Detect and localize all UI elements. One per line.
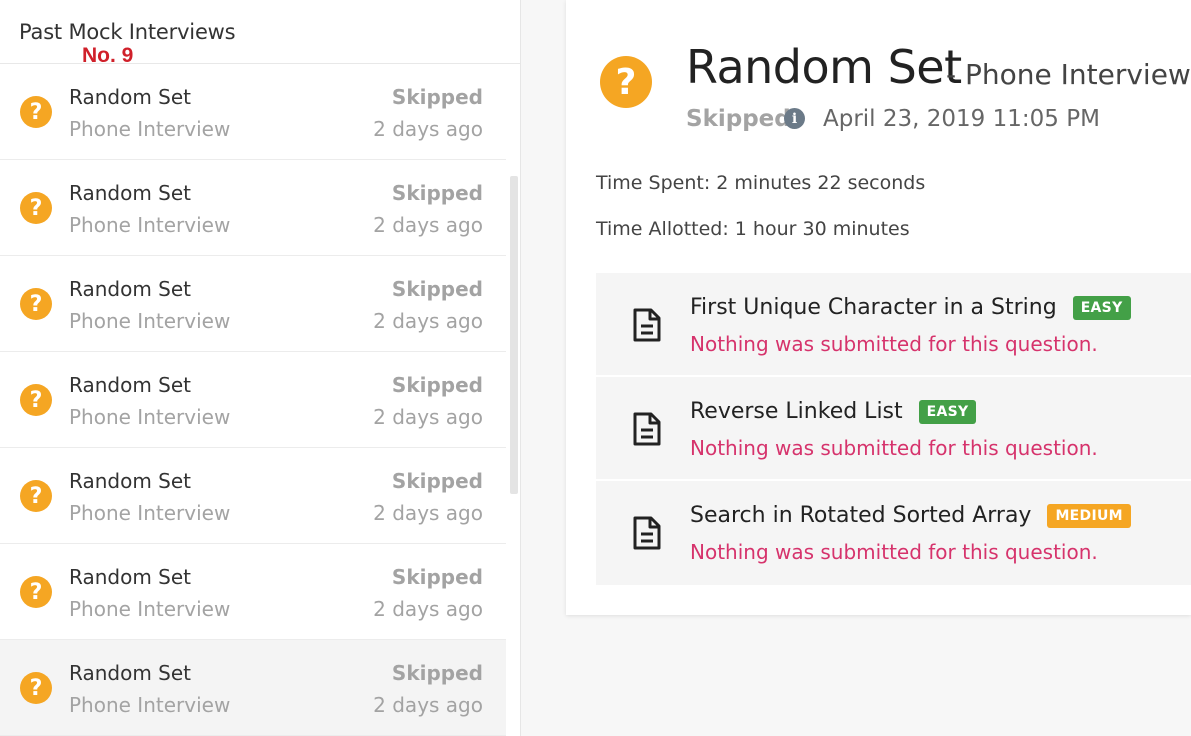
interview-item-status: Skipped: [391, 565, 483, 589]
interview-item-time: 2 days ago: [373, 405, 483, 429]
question-circle-icon: ?: [20, 192, 52, 224]
interview-list-item[interactable]: ? Random Set Phone Interview Skipped 2 d…: [0, 448, 506, 544]
detail-subtitle: - Phone Interview: [946, 58, 1191, 91]
question-title-row[interactable]: Reverse Linked List EASY: [690, 399, 977, 424]
interview-item-time: 2 days ago: [373, 213, 483, 237]
interview-item-status: Skipped: [391, 469, 483, 493]
interview-item-subtitle: Phone Interview: [69, 693, 231, 717]
past-interviews-sidebar: Past Mock Interviews No. 9 ? Random Set …: [0, 0, 521, 736]
question-circle-icon: ?: [20, 96, 52, 128]
interview-item-time: 2 days ago: [373, 501, 483, 525]
question-circle-icon: ?: [20, 672, 52, 704]
question-circle-icon: ?: [20, 384, 52, 416]
interview-item-subtitle: Phone Interview: [69, 213, 231, 237]
question-list: First Unique Character in a String EASY …: [596, 273, 1191, 585]
interview-item-status: Skipped: [391, 181, 483, 205]
interview-item-title: Random Set: [69, 85, 192, 109]
question-circle-icon: ?: [20, 288, 52, 320]
interview-item-time: 2 days ago: [373, 693, 483, 717]
question-note: Nothing was submitted for this question.: [690, 436, 1098, 460]
detail-status: Skipped: [686, 106, 791, 132]
question-title[interactable]: Search in Rotated Sorted Array: [690, 503, 1031, 528]
sidebar-scrollbar-thumb[interactable]: [510, 176, 518, 494]
interview-list-item[interactable]: ? Random Set Phone Interview Skipped 2 d…: [0, 544, 506, 640]
interview-item-subtitle: Phone Interview: [69, 597, 231, 621]
interview-item-status: Skipped: [391, 277, 483, 301]
interview-item-status: Skipped: [391, 373, 483, 397]
interview-item-time: 2 days ago: [373, 117, 483, 141]
interview-item-subtitle: Phone Interview: [69, 501, 231, 525]
interview-list: ? Random Set Phone Interview Skipped 2 d…: [0, 64, 506, 736]
interview-list-item[interactable]: ? Random Set Phone Interview Skipped 2 d…: [0, 64, 506, 160]
time-spent: Time Spent: 2 minutes 22 seconds: [596, 172, 926, 194]
interview-detail-card: ? Random Set - Phone Interview Skipped i…: [566, 0, 1191, 615]
document-icon: [633, 516, 661, 550]
detail-title: Random Set: [686, 40, 962, 94]
sidebar-title: Past Mock Interviews: [19, 20, 236, 44]
document-icon: [633, 412, 661, 446]
time-allotted: Time Allotted: 1 hour 30 minutes: [596, 218, 910, 240]
interview-item-title: Random Set: [69, 565, 192, 589]
interview-list-item[interactable]: ? Random Set Phone Interview Skipped 2 d…: [0, 160, 506, 256]
interview-item-time: 2 days ago: [373, 309, 483, 333]
interview-item-title: Random Set: [69, 661, 192, 685]
interview-item-title: Random Set: [69, 373, 192, 397]
difficulty-badge: EASY: [918, 399, 977, 424]
question-title-row[interactable]: Search in Rotated Sorted Array MEDIUM: [690, 503, 1131, 528]
question-circle-icon: ?: [20, 480, 52, 512]
document-icon: [633, 308, 661, 342]
interview-list-item[interactable]: ? Random Set Phone Interview Skipped 2 d…: [0, 256, 506, 352]
interview-item-title: Random Set: [69, 469, 192, 493]
question-note: Nothing was submitted for this question.: [690, 332, 1098, 356]
interview-item-subtitle: Phone Interview: [69, 309, 231, 333]
interview-list-item-selected[interactable]: ? Random Set Phone Interview Skipped 2 d…: [0, 640, 506, 736]
interview-item-title: Random Set: [69, 277, 192, 301]
question-title[interactable]: Reverse Linked List: [690, 399, 903, 424]
question-item[interactable]: Search in Rotated Sorted Array MEDIUM No…: [596, 481, 1191, 585]
interview-item-status: Skipped: [391, 661, 483, 685]
info-icon[interactable]: i: [784, 108, 805, 129]
difficulty-badge: MEDIUM: [1047, 503, 1131, 528]
interview-list-item[interactable]: ? Random Set Phone Interview Skipped 2 d…: [0, 352, 506, 448]
question-circle-icon: ?: [20, 576, 52, 608]
detail-date: April 23, 2019 11:05 PM: [823, 106, 1100, 132]
question-title-row[interactable]: First Unique Character in a String EASY: [690, 295, 1131, 320]
page: Past Mock Interviews No. 9 ? Random Set …: [0, 0, 1191, 736]
difficulty-badge: EASY: [1072, 295, 1131, 320]
question-note: Nothing was submitted for this question.: [690, 540, 1098, 564]
interview-item-time: 2 days ago: [373, 597, 483, 621]
sidebar-header: Past Mock Interviews No. 9: [0, 0, 520, 67]
question-item[interactable]: First Unique Character in a String EASY …: [596, 273, 1191, 377]
question-item[interactable]: Reverse Linked List EASY Nothing was sub…: [596, 377, 1191, 481]
interview-item-status: Skipped: [391, 85, 483, 109]
interview-item-subtitle: Phone Interview: [69, 117, 231, 141]
interview-item-title: Random Set: [69, 181, 192, 205]
interview-item-subtitle: Phone Interview: [69, 405, 231, 429]
question-circle-icon: ?: [600, 56, 652, 108]
question-title[interactable]: First Unique Character in a String: [690, 295, 1057, 320]
